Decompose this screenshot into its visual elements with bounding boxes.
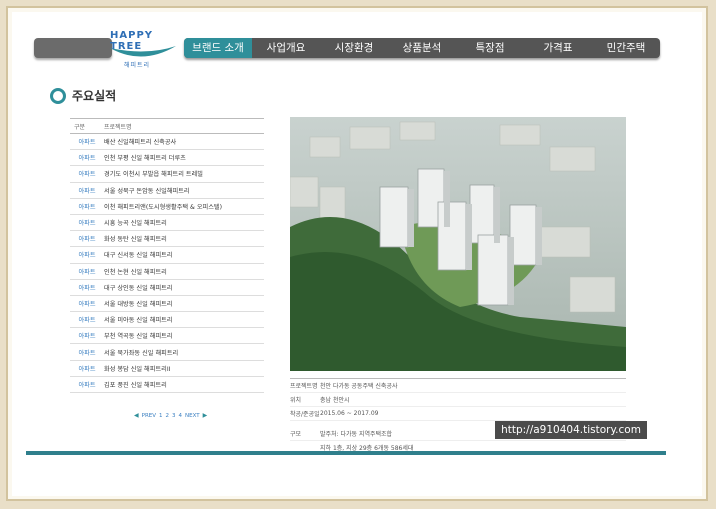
- info-value: 2015.06 ~ 2017.09: [320, 410, 379, 417]
- list-item[interactable]: 아파트 인천 논현 신일 해피트리: [70, 264, 264, 280]
- row-name[interactable]: 김포 풍진 신일 해피트리: [104, 380, 167, 389]
- info-key: 구모: [290, 431, 302, 438]
- prev-arrow-icon[interactable]: ◀: [134, 412, 139, 419]
- row-name[interactable]: 서울 대방동 신일 해피트리: [104, 299, 173, 308]
- list-item[interactable]: 아파트 배산 신일해피트리 신축공사: [70, 134, 264, 151]
- nav-product[interactable]: 상품분석: [388, 38, 456, 58]
- nav-business[interactable]: 사업개요: [252, 38, 320, 58]
- prev-link[interactable]: PREV: [142, 413, 156, 419]
- row-name[interactable]: 대구 상인동 신일 해피트리: [104, 283, 173, 292]
- page-link-2[interactable]: 2: [166, 413, 170, 419]
- row-name[interactable]: 부천 역곡동 신일 해피트리: [104, 331, 173, 340]
- row-name[interactable]: 이천 해피트리앤(도시형생활주택 & 오피스텔): [104, 202, 222, 211]
- list-item[interactable]: 아파트 경기도 이천시 부발읍 해피트리 트레빌: [70, 166, 264, 183]
- row-type: 아파트: [78, 300, 96, 308]
- project-list: 구분 프로젝트명 아파트 배산 신일해피트리 신축공사 아파트 인천 부평 신일 해…: [70, 118, 264, 393]
- info-row: 프로젝트명 천안 다가동 공동주택 신축공사: [290, 378, 626, 393]
- row-type: 아파트: [78, 220, 96, 228]
- list-item[interactable]: 아파트 시흥 능곡 신일 해피트리: [70, 215, 264, 232]
- list-item[interactable]: 아파트 서울 미아동 신일 해피트리: [70, 312, 264, 329]
- nav-private-housing[interactable]: 민간주택: [592, 38, 660, 58]
- list-item[interactable]: 아파트 대구 신서동 신일 해피트리: [70, 247, 264, 264]
- row-type: 아파트: [78, 236, 96, 244]
- row-name[interactable]: 배산 신일해피트리 신축공사: [104, 137, 176, 146]
- header-type: 구분: [74, 123, 86, 131]
- aerial-rendering: [290, 117, 626, 371]
- next-arrow-icon[interactable]: ▶: [203, 412, 208, 419]
- circle-bullet-icon: [50, 87, 66, 104]
- row-type: 아파트: [78, 171, 96, 179]
- row-type: 아파트: [78, 155, 96, 163]
- row-type: 아파트: [78, 268, 96, 276]
- list-header: 구분 프로젝트명: [70, 118, 264, 134]
- list-item[interactable]: 아파트 인천 부평 신일 해피트리 더루츠: [70, 150, 264, 167]
- row-type: 아파트: [78, 365, 96, 373]
- list-item[interactable]: 아파트 화성 봉담 신일 해피트리II: [70, 361, 264, 377]
- project-info: 프로젝트명 천안 다가동 공동주택 신축공사 위치 충남 천안시 착공/준공일 …: [290, 378, 626, 455]
- row-name[interactable]: 서울 미아동 신일 해피트리: [104, 315, 173, 324]
- row-type: 아파트: [78, 139, 96, 147]
- row-type: 아파트: [78, 317, 96, 325]
- nav-market[interactable]: 시장환경: [320, 38, 388, 58]
- list-item[interactable]: 아파트 서울 북가좌동 신일 해피트리: [70, 344, 264, 361]
- logo-text: HAPPY TREE: [110, 30, 154, 52]
- list-item[interactable]: 아파트 서울 성북구 돈암동 신일해피트리: [70, 183, 264, 199]
- nav-price[interactable]: 가격표: [524, 38, 592, 58]
- row-type: 아파트: [78, 349, 96, 357]
- list-item[interactable]: 아파트 이천 해피트리앤(도시형생활주택 & 오피스텔): [70, 199, 264, 215]
- row-name[interactable]: 인천 논현 신일 해피트리: [104, 267, 167, 276]
- info-row: 착공/준공일 2015.06 ~ 2017.09: [290, 407, 626, 421]
- info-value: 발주처: 다가동 지역주택조합: [320, 431, 393, 438]
- next-link[interactable]: NEXT: [185, 413, 200, 419]
- row-name[interactable]: 서울 성북구 돈암동 신일해피트리: [104, 186, 190, 195]
- section-header: 주요실적: [50, 87, 116, 104]
- info-key: 프로젝트명: [290, 383, 318, 390]
- row-name[interactable]: 인천 부평 신일 해피트리 더루츠: [104, 153, 186, 162]
- info-key: 위치: [290, 397, 302, 404]
- project-rendering-image: [290, 117, 626, 371]
- row-type: 아파트: [78, 381, 96, 389]
- row-name[interactable]: 서울 북가좌동 신일 해피트리: [104, 348, 178, 357]
- info-value: 천안 다가동 공동주택 신축공사: [320, 383, 398, 390]
- list-item[interactable]: 아파트 부천 역곡동 신일 해피트리: [70, 328, 264, 345]
- list-item[interactable]: 아파트 화성 동탄 신일 해피트리: [70, 231, 264, 248]
- row-name[interactable]: 화성 봉담 신일 해피트리II: [104, 364, 170, 373]
- nav-brand[interactable]: 브랜드 소개: [184, 38, 252, 58]
- row-name[interactable]: 경기도 이천시 부발읍 해피트리 트레빌: [104, 169, 203, 178]
- row-type: 아파트: [78, 187, 96, 195]
- watermark-url: http://a910404.tistory.com: [495, 421, 647, 439]
- nav-features[interactable]: 특장점: [456, 38, 524, 58]
- logo-sub: 해피트리: [124, 62, 151, 69]
- info-value: 충남 천안시: [320, 397, 350, 404]
- section-title: 주요실적: [72, 89, 117, 103]
- row-type: 아파트: [78, 252, 96, 260]
- row-type: 아파트: [78, 284, 96, 292]
- list-item[interactable]: 아파트 대구 상인동 신일 해피트리: [70, 280, 264, 296]
- page-link-3[interactable]: 3: [172, 413, 176, 419]
- row-name[interactable]: 시흥 능곡 신일 해피트리: [104, 218, 167, 227]
- list-item[interactable]: 아파트 서울 대방동 신일 해피트리: [70, 296, 264, 313]
- info-row: 위치 충남 천안시: [290, 393, 626, 407]
- pagination: ◀ PREV 1 2 3 4 NEXT ▶: [134, 412, 207, 419]
- nav-left-pill[interactable]: [34, 38, 112, 58]
- page-link-4[interactable]: 4: [179, 413, 183, 419]
- header-name: 프로젝트명: [104, 123, 132, 131]
- row-type: 아파트: [78, 203, 96, 211]
- brand-logo[interactable]: HAPPY TREE 해피트리: [106, 26, 178, 70]
- bottom-divider: [26, 451, 666, 455]
- row-name[interactable]: 대구 신서동 신일 해피트리: [104, 250, 173, 259]
- row-type: 아파트: [78, 333, 96, 341]
- list-item[interactable]: 아파트 김포 풍진 신일 해피트리: [70, 377, 264, 393]
- main-nav: 브랜드 소개 사업개요 시장환경 상품분석 특장점 가격표 민간주택: [184, 38, 660, 58]
- info-key: 착공/준공일: [290, 411, 320, 418]
- page-link-1[interactable]: 1: [159, 413, 163, 419]
- row-name[interactable]: 화성 동탄 신일 해피트리: [104, 234, 167, 243]
